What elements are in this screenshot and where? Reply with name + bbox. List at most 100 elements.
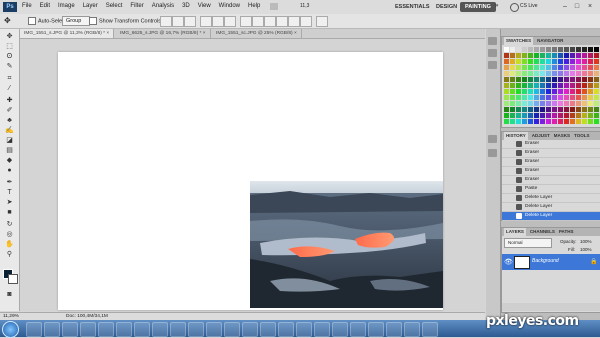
menu-help[interactable]: Help [248, 3, 260, 9]
color-swatch[interactable] [546, 107, 551, 112]
color-swatch[interactable] [570, 119, 575, 124]
color-swatch[interactable] [582, 113, 587, 118]
close-icon[interactable]: × [585, 2, 595, 11]
auto-align-icon[interactable] [316, 16, 328, 27]
eraser-icon[interactable]: ◪ [4, 137, 15, 145]
color-swatch[interactable] [558, 95, 563, 100]
history-icon[interactable] [488, 135, 497, 143]
color-swatch[interactable] [558, 119, 563, 124]
menu-analysis[interactable]: Analysis [152, 3, 174, 9]
color-swatch[interactable] [570, 59, 575, 64]
color-swatch[interactable] [528, 107, 533, 112]
app-icon[interactable] [80, 322, 96, 337]
color-swatch[interactable] [558, 107, 563, 112]
color-swatch[interactable] [522, 95, 527, 100]
color-swatch[interactable] [570, 113, 575, 118]
color-swatch[interactable] [576, 95, 581, 100]
color-swatch[interactable] [564, 83, 569, 88]
color-swatch[interactable] [528, 53, 533, 58]
color-swatch[interactable] [510, 53, 515, 58]
color-swatch[interactable] [570, 47, 575, 52]
color-swatch[interactable] [504, 47, 509, 52]
color-swatch[interactable] [510, 59, 515, 64]
tab-tools[interactable]: TOOLS [574, 132, 589, 140]
lasso-icon[interactable]: ʘ [4, 53, 15, 61]
color-swatch[interactable] [534, 53, 539, 58]
color-swatch[interactable] [522, 107, 527, 112]
menu-edit[interactable]: Edit [40, 3, 50, 9]
lava-photo-layer[interactable] [250, 181, 443, 308]
cs-live-icon[interactable] [510, 3, 519, 12]
color-swatch[interactable] [528, 95, 533, 100]
color-swatch[interactable] [594, 77, 599, 82]
color-swatch[interactable] [558, 65, 563, 70]
color-swatch[interactable] [594, 65, 599, 70]
history-brush-icon[interactable]: ✍ [4, 127, 15, 135]
color-swatch[interactable] [522, 53, 527, 58]
color-swatch[interactable] [504, 89, 509, 94]
color-swatch[interactable] [516, 95, 521, 100]
color-swatch[interactable] [588, 89, 593, 94]
color-swatch[interactable] [582, 77, 587, 82]
color-swatch[interactable] [516, 113, 521, 118]
color-swatch[interactable] [564, 77, 569, 82]
path-select-icon[interactable]: ➤ [4, 199, 15, 207]
layer-name[interactable]: Background [532, 258, 559, 264]
color-swatch[interactable] [564, 47, 569, 52]
color-swatch[interactable] [510, 71, 515, 76]
menu-view[interactable]: View [198, 3, 211, 9]
tab-adjust[interactable]: ADJUST [532, 132, 550, 140]
dodge-icon[interactable]: ● [4, 167, 15, 175]
color-swatch[interactable] [552, 77, 557, 82]
color-swatch[interactable] [540, 59, 545, 64]
color-swatch[interactable] [528, 113, 533, 118]
color-swatch[interactable] [528, 77, 533, 82]
minimize-icon[interactable]: – [560, 2, 570, 11]
color-swatch[interactable] [516, 47, 521, 52]
blur-icon[interactable]: ◆ [4, 157, 15, 165]
media-player-icon[interactable] [62, 322, 78, 337]
color-swatch[interactable] [546, 65, 551, 70]
color-swatch[interactable] [528, 83, 533, 88]
color-swatch[interactable] [534, 119, 539, 124]
color-swatch[interactable] [552, 107, 557, 112]
color-swatch[interactable] [594, 83, 599, 88]
distribute-left-icon[interactable] [276, 16, 288, 27]
color-swatch[interactable] [552, 113, 557, 118]
color-swatch[interactable] [576, 59, 581, 64]
app-icon[interactable] [116, 322, 132, 337]
align-center-icon[interactable] [212, 16, 224, 27]
menu-filter[interactable]: Filter [130, 3, 143, 9]
app-icon[interactable] [368, 322, 384, 337]
tab-swatches[interactable]: SWATCHES [504, 37, 534, 45]
color-swatch[interactable] [576, 77, 581, 82]
color-swatch[interactable] [588, 83, 593, 88]
color-swatch[interactable] [564, 65, 569, 70]
color-swatch[interactable] [522, 113, 527, 118]
color-swatch[interactable] [552, 59, 557, 64]
color-swatch[interactable] [540, 53, 545, 58]
color-swatch[interactable] [528, 89, 533, 94]
move-icon[interactable]: ✥ [4, 33, 15, 41]
color-swatch[interactable] [594, 119, 599, 124]
color-swatch[interactable] [516, 59, 521, 64]
distribute-middle-icon[interactable] [252, 16, 264, 27]
chevron-right-icon[interactable]: » [495, 3, 498, 9]
menu-image[interactable]: Image [58, 3, 75, 9]
menu-file[interactable]: File [22, 3, 32, 9]
color-swatch[interactable] [594, 59, 599, 64]
app-icon[interactable] [152, 322, 168, 337]
color-swatch[interactable] [576, 53, 581, 58]
color-swatch[interactable] [540, 65, 545, 70]
distribute-top-icon[interactable] [240, 16, 252, 27]
tab-document-2[interactable]: IMG_6625_s.JPG @ 16,7% (RGB/8) * × [116, 29, 211, 38]
cs-live-label[interactable]: CS Live [520, 3, 538, 9]
color-swatch[interactable] [504, 113, 509, 118]
distribute-right-icon[interactable] [300, 16, 312, 27]
color-swatch[interactable] [564, 53, 569, 58]
color-swatch[interactable] [522, 65, 527, 70]
clone-stamp-icon[interactable]: ♣ [4, 117, 15, 125]
app-icon[interactable] [260, 322, 276, 337]
color-swatch[interactable] [528, 101, 533, 106]
color-swatch[interactable] [516, 89, 521, 94]
